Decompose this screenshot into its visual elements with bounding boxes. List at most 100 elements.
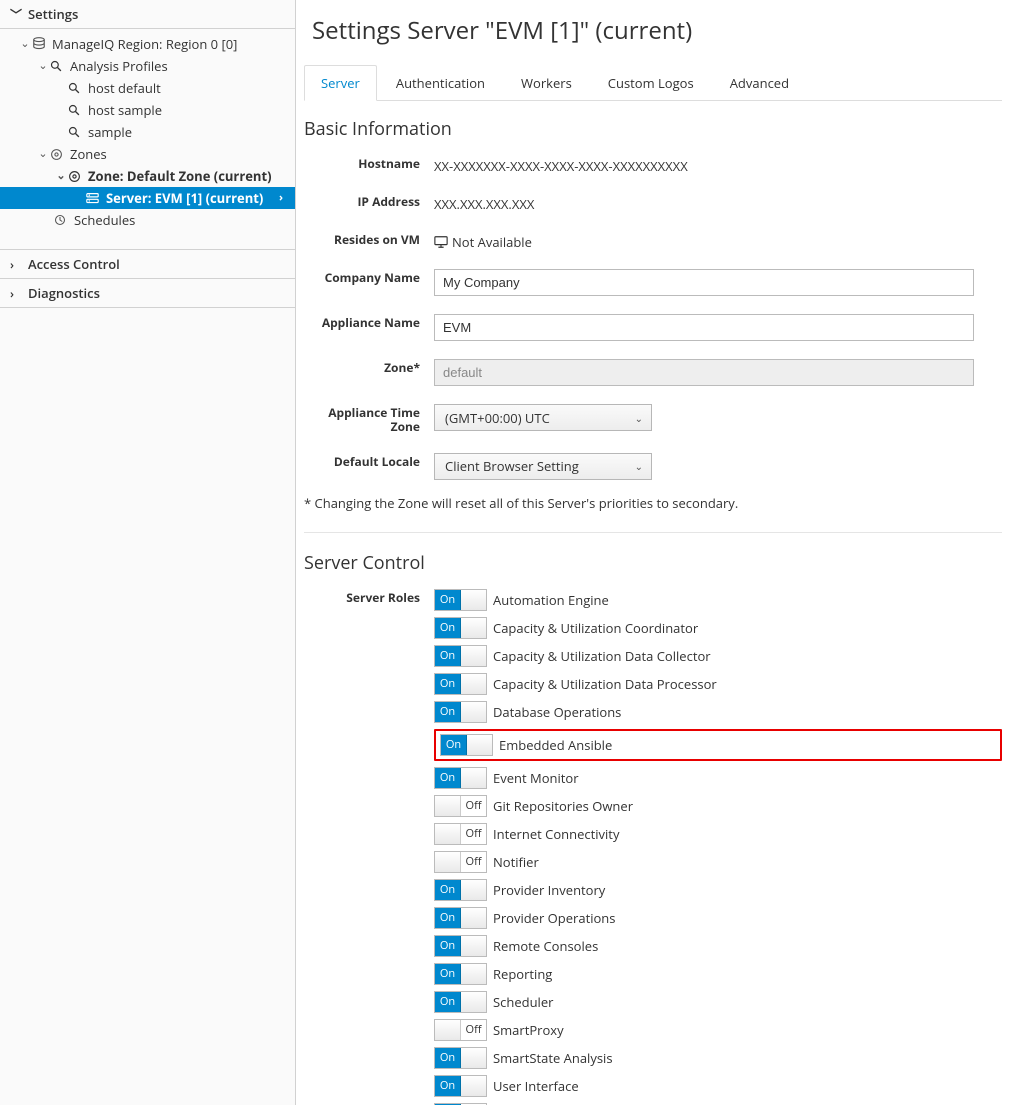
chevron-down-icon: ⌄ <box>635 411 643 425</box>
tree-item-region[interactable]: ⌄ ManageIQ Region: Region 0 [0] <box>0 33 295 55</box>
role-row: On Capacity & Utilization Coordinator <box>434 617 1002 639</box>
settings-tree: ⌄ ManageIQ Region: Region 0 [0] ⌄ Analys… <box>0 29 295 235</box>
sidebar-section-settings[interactable]: ﹀ Settings <box>0 0 295 29</box>
role-toggle[interactable]: On <box>434 767 487 789</box>
role-row: OnProvider Inventory <box>434 879 1002 901</box>
role-label: Internet Connectivity <box>493 825 619 843</box>
tree-item-schedules[interactable]: Schedules <box>0 209 295 231</box>
server-roles-list: OnAutomation EngineOnCapacity & Utilizat… <box>434 589 1002 1105</box>
role-row: OnEvent Monitor <box>434 767 1002 789</box>
tab-workers[interactable]: Workers <box>504 65 589 100</box>
toggle-knob <box>435 796 461 816</box>
tree-item-label: Server: EVM [1] (current) <box>106 187 263 209</box>
tab-custom-logos[interactable]: Custom Logos <box>591 65 711 100</box>
sidebar-section-diagnostics[interactable]: › Diagnostics <box>0 279 295 308</box>
role-toggle[interactable]: On <box>434 589 487 611</box>
role-toggle[interactable]: On <box>434 991 487 1013</box>
role-row: OnSmartState Analysis <box>434 1047 1002 1069</box>
chevron-down-icon: ⌄ <box>36 143 50 165</box>
toggle-knob <box>460 590 486 610</box>
server-icon <box>86 192 102 205</box>
role-toggle[interactable]: Off <box>434 1019 487 1041</box>
zone-icon <box>68 170 84 183</box>
toggle-on-label: On <box>441 735 466 755</box>
role-label: SmartProxy <box>493 1021 564 1039</box>
role-label: Git Repositories Owner <box>493 797 633 815</box>
toggle-on-label: On <box>435 880 460 900</box>
tab-server[interactable]: Server <box>304 65 377 101</box>
role-toggle[interactable]: On <box>434 645 487 667</box>
toggle-knob <box>460 880 486 900</box>
tree-item-host-default[interactable]: host default <box>0 77 295 99</box>
role-label: Provider Operations <box>493 909 615 927</box>
label-tz: Appliance Time Zone <box>304 404 434 435</box>
value-resides: Not Available <box>434 231 1002 251</box>
role-row: OnEmbedded Ansible <box>434 729 1002 761</box>
tree-item-host-sample[interactable]: host sample <box>0 99 295 121</box>
label-locale: Default Locale <box>304 453 434 469</box>
label-appliance: Appliance Name <box>304 314 434 330</box>
database-icon <box>32 37 48 51</box>
toggle-knob <box>460 702 486 722</box>
role-toggle[interactable]: On <box>434 701 487 723</box>
role-toggle[interactable]: On <box>434 1047 487 1069</box>
toggle-on-label: On <box>435 992 460 1012</box>
toggle-knob <box>460 768 486 788</box>
role-toggle[interactable]: On <box>434 1075 487 1097</box>
sidebar-section-label: Access Control <box>28 255 120 273</box>
sidebar-section-access-control[interactable]: › Access Control <box>0 250 295 279</box>
search-icon <box>68 104 84 116</box>
role-row: OffNotifier <box>434 851 1002 873</box>
tabs: Server Authentication Workers Custom Log… <box>304 65 1002 101</box>
role-toggle[interactable]: On <box>434 617 487 639</box>
tree-item-analysis-profiles[interactable]: ⌄ Analysis Profiles <box>0 55 295 77</box>
tree-item-label: Zone: Default Zone (current) <box>88 165 272 187</box>
toggle-knob <box>460 618 486 638</box>
toggle-knob <box>466 735 492 755</box>
role-toggle[interactable]: On <box>434 935 487 957</box>
role-toggle[interactable]: On <box>434 673 487 695</box>
toggle-on-label: On <box>435 964 460 984</box>
role-toggle[interactable]: Off <box>434 851 487 873</box>
tab-authentication[interactable]: Authentication <box>379 65 502 100</box>
role-toggle[interactable]: On <box>434 907 487 929</box>
role-toggle[interactable]: Off <box>434 823 487 845</box>
role-row: Off SmartProxy <box>434 1019 1002 1041</box>
chevron-down-icon: ⌄ <box>18 33 32 55</box>
toggle-knob <box>435 824 461 844</box>
sidebar-section-label: Settings <box>28 5 78 23</box>
toggle-on-label: On <box>435 702 460 722</box>
role-row: OnScheduler <box>434 991 1002 1013</box>
tree-item-zones[interactable]: ⌄ Zones <box>0 143 295 165</box>
tree-item-label: host sample <box>88 99 162 121</box>
tree-item-sample[interactable]: sample <box>0 121 295 143</box>
search-icon <box>50 60 66 72</box>
role-toggle[interactable]: On <box>434 879 487 901</box>
role-label: Capacity & Utilization Coordinator <box>493 619 698 637</box>
label-server-roles: Server Roles <box>304 589 434 605</box>
company-name-input[interactable] <box>434 269 974 296</box>
tree-item-default-zone[interactable]: ⌄ Zone: Default Zone (current) <box>0 165 295 187</box>
chevron-right-icon: › <box>10 256 22 273</box>
toggle-on-label: On <box>435 1076 460 1096</box>
tree-item-server[interactable]: Server: EVM [1] (current) › <box>0 187 295 209</box>
chevron-right-icon: › <box>10 285 22 302</box>
role-toggle[interactable]: On <box>440 734 493 756</box>
basic-information-section: Basic Information Hostname XX-XXXXXXX-XX… <box>304 117 1002 512</box>
zone-note: * Changing the Zone will reset all of th… <box>304 494 1002 512</box>
toggle-off-label: Off <box>461 852 486 872</box>
role-toggle[interactable]: On <box>434 963 487 985</box>
sidebar-section-label: Diagnostics <box>28 284 100 302</box>
timezone-select[interactable]: (GMT+00:00) UTC ⌄ <box>434 404 652 431</box>
tree-item-label: ManageIQ Region: Region 0 [0] <box>52 33 237 55</box>
locale-select[interactable]: Client Browser Setting ⌄ <box>434 453 652 480</box>
chevron-down-icon: ⌄ <box>635 459 643 473</box>
role-row: OnReporting <box>434 963 1002 985</box>
chevron-down-icon: ﹀ <box>10 6 22 23</box>
toggle-knob <box>460 964 486 984</box>
role-toggle[interactable]: Off <box>434 795 487 817</box>
desktop-icon <box>434 235 448 249</box>
appliance-name-input[interactable] <box>434 314 974 341</box>
clock-icon <box>54 214 70 226</box>
tab-advanced[interactable]: Advanced <box>713 65 806 100</box>
